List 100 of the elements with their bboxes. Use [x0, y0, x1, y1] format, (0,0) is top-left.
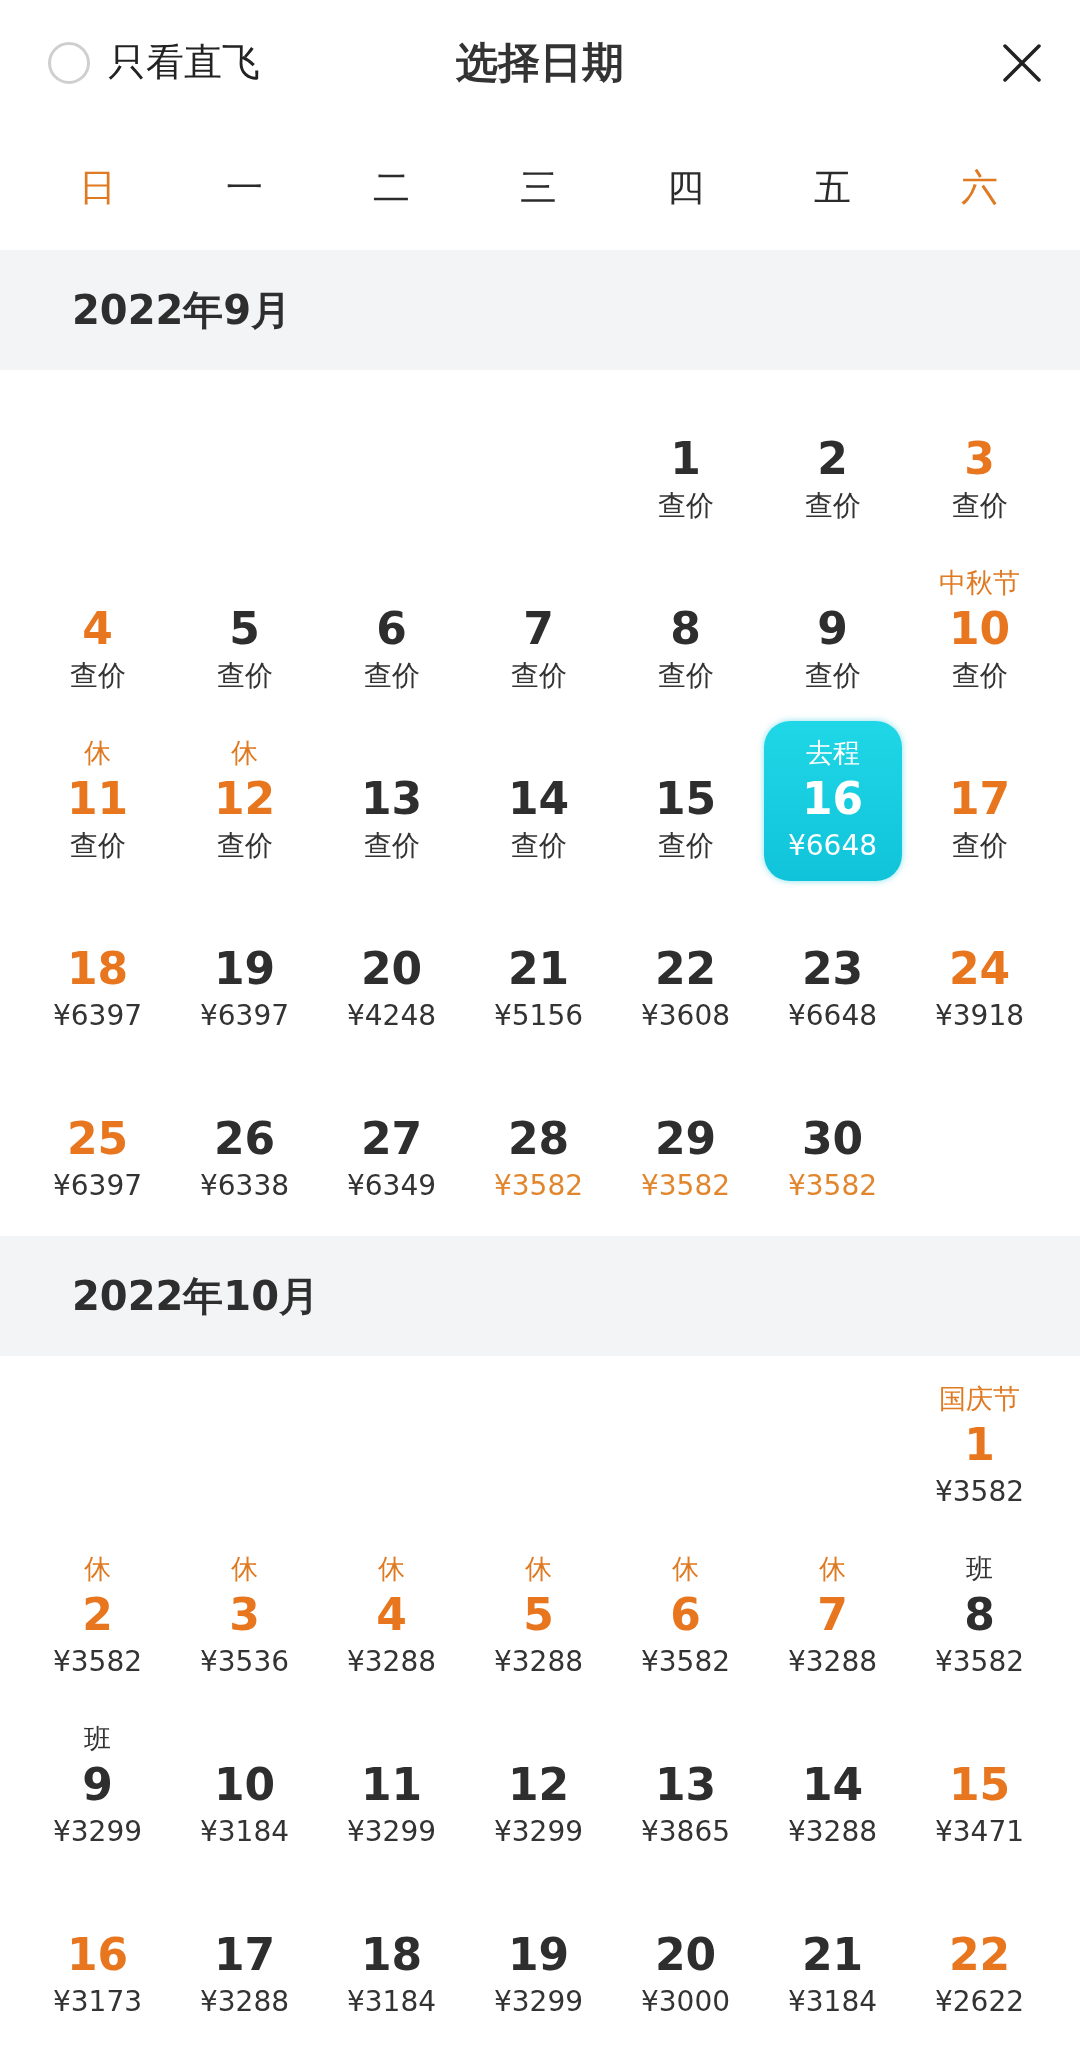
date-cell[interactable]: 班 8 ¥3582 — [910, 1537, 1049, 1697]
date-cell[interactable]: 20 ¥3000 — [616, 1877, 755, 2037]
day-number: 20 — [360, 942, 423, 996]
date-cell[interactable]: 4 查价 — [28, 551, 167, 711]
price-label: 查价 — [69, 828, 126, 864]
day-number: 10 — [948, 602, 1011, 656]
day-number: 11 — [66, 772, 129, 826]
date-cell[interactable]: 2 查价 — [763, 381, 902, 541]
date-cell[interactable]: 25 ¥6397 — [28, 1061, 167, 1221]
date-cell[interactable]: 13 查价 — [322, 721, 461, 881]
price-label: 查价 — [363, 658, 420, 694]
date-cell[interactable]: 休 12 查价 — [175, 721, 314, 881]
price-label: ¥3299 — [52, 1814, 143, 1850]
date-cell[interactable]: 10 ¥3184 — [175, 1707, 314, 1867]
price-label: ¥3299 — [346, 1814, 437, 1850]
price-label: ¥6648 — [787, 998, 878, 1034]
day-number: 18 — [360, 1928, 423, 1982]
day-number: 7 — [523, 602, 554, 656]
radio-button[interactable] — [48, 41, 90, 84]
date-cell[interactable]: 30 ¥3582 — [763, 1061, 902, 1221]
day-number: 18 — [66, 942, 129, 996]
day-tag: 中秋节 — [939, 565, 1020, 601]
price-label: ¥3000 — [640, 1984, 731, 2020]
date-cell[interactable]: 14 ¥3288 — [763, 1707, 902, 1867]
date-cell[interactable]: 26 ¥6338 — [175, 1061, 314, 1221]
price-label: ¥3288 — [787, 1644, 878, 1680]
day-number: 22 — [948, 1928, 1011, 1982]
price-label: ¥3582 — [493, 1168, 584, 1204]
date-cell[interactable]: 11 ¥3299 — [322, 1707, 461, 1867]
price-label: ¥3582 — [640, 1644, 731, 1680]
date-cell[interactable]: 19 ¥3299 — [469, 1877, 608, 2037]
day-tag: 休 — [231, 1551, 258, 1587]
price-label: ¥3288 — [346, 1644, 437, 1680]
price-label: ¥3288 — [493, 1644, 584, 1680]
day-tag: 休 — [378, 1551, 405, 1587]
price-label: ¥3918 — [934, 998, 1025, 1034]
price-label: ¥3288 — [199, 1984, 290, 2020]
date-cell[interactable]: 休 4 ¥3288 — [322, 1537, 461, 1697]
day-number: 2 — [82, 1588, 113, 1642]
close-icon[interactable] — [1002, 42, 1042, 83]
date-cell[interactable]: 3 查价 — [910, 381, 1049, 541]
day-number: 11 — [360, 1758, 423, 1812]
price-label: 查价 — [510, 658, 567, 694]
date-cell[interactable]: 23 ¥6648 — [763, 891, 902, 1051]
date-cell[interactable]: 休 6 ¥3582 — [616, 1537, 755, 1697]
date-cell[interactable]: 17 ¥3288 — [175, 1877, 314, 2037]
date-cell[interactable]: 15 ¥3471 — [910, 1707, 1049, 1867]
day-number: 17 — [213, 1928, 276, 1982]
day-number: 15 — [948, 1758, 1011, 1812]
date-cell[interactable]: 班 9 ¥3299 — [28, 1707, 167, 1867]
date-cell[interactable]: 9 查价 — [763, 551, 902, 711]
day-number: 9 — [82, 1758, 113, 1812]
day-number: 8 — [670, 602, 701, 656]
date-cell[interactable]: 15 查价 — [616, 721, 755, 881]
day-number: 27 — [360, 1112, 423, 1166]
date-cell[interactable]: 14 查价 — [469, 721, 608, 881]
date-cell[interactable]: 22 ¥2622 — [910, 1877, 1049, 2037]
price-label: 查价 — [951, 828, 1008, 864]
day-number: 22 — [654, 942, 717, 996]
price-label: 查价 — [657, 658, 714, 694]
date-cell[interactable]: 7 查价 — [469, 551, 608, 711]
price-label: ¥3471 — [934, 1814, 1025, 1850]
price-label: ¥3299 — [493, 1814, 584, 1850]
price-label: ¥3184 — [199, 1814, 290, 1850]
date-cell[interactable]: 休 3 ¥3536 — [175, 1537, 314, 1697]
date-cell[interactable]: 6 查价 — [322, 551, 461, 711]
date-cell[interactable]: 休 7 ¥3288 — [763, 1537, 902, 1697]
date-cell[interactable]: 8 查价 — [616, 551, 755, 711]
date-cell[interactable]: 22 ¥3608 — [616, 891, 755, 1051]
date-cell[interactable]: 5 查价 — [175, 551, 314, 711]
direct-flight-label[interactable]: 只看直飞 — [108, 37, 260, 88]
date-cell[interactable]: 休 5 ¥3288 — [469, 1537, 608, 1697]
date-cell[interactable]: 1 查价 — [616, 381, 755, 541]
day-number: 4 — [82, 602, 113, 656]
day-tag: 休 — [84, 735, 111, 771]
price-label: 查价 — [216, 828, 273, 864]
date-cell[interactable]: 休 2 ¥3582 — [28, 1537, 167, 1697]
date-cell[interactable]: 21 ¥3184 — [763, 1877, 902, 2037]
date-cell[interactable]: 27 ¥6349 — [322, 1061, 461, 1221]
month-title: 2022年10月 — [72, 1271, 319, 1321]
date-cell[interactable]: 24 ¥3918 — [910, 891, 1049, 1051]
date-cell[interactable]: 18 ¥3184 — [322, 1877, 461, 2037]
date-cell[interactable]: 18 ¥6397 — [28, 891, 167, 1051]
date-cell[interactable]: 19 ¥6397 — [175, 891, 314, 1051]
date-cell[interactable]: 13 ¥3865 — [616, 1707, 755, 1867]
date-cell[interactable]: 17 查价 — [910, 721, 1049, 881]
price-label: 查价 — [804, 488, 861, 524]
date-cell[interactable]: 21 ¥5156 — [469, 891, 608, 1051]
date-cell[interactable]: 休 11 查价 — [28, 721, 167, 881]
date-cell[interactable]: 20 ¥4248 — [322, 891, 461, 1051]
date-cell[interactable]: 12 ¥3299 — [469, 1707, 608, 1867]
date-cell[interactable]: 16 ¥3173 — [28, 1877, 167, 2037]
day-number: 7 — [817, 1588, 848, 1642]
date-cell[interactable]: 28 ¥3582 — [469, 1061, 608, 1221]
weekday-label: 三 — [520, 164, 557, 211]
date-cell[interactable]: 国庆节 1 ¥3582 — [910, 1367, 1049, 1527]
dialog-title: 选择日期 — [456, 36, 624, 89]
date-cell[interactable]: 中秋节 10 查价 — [910, 551, 1049, 711]
weekday-label: 日 — [79, 164, 116, 211]
date-cell[interactable]: 29 ¥3582 — [616, 1061, 755, 1221]
